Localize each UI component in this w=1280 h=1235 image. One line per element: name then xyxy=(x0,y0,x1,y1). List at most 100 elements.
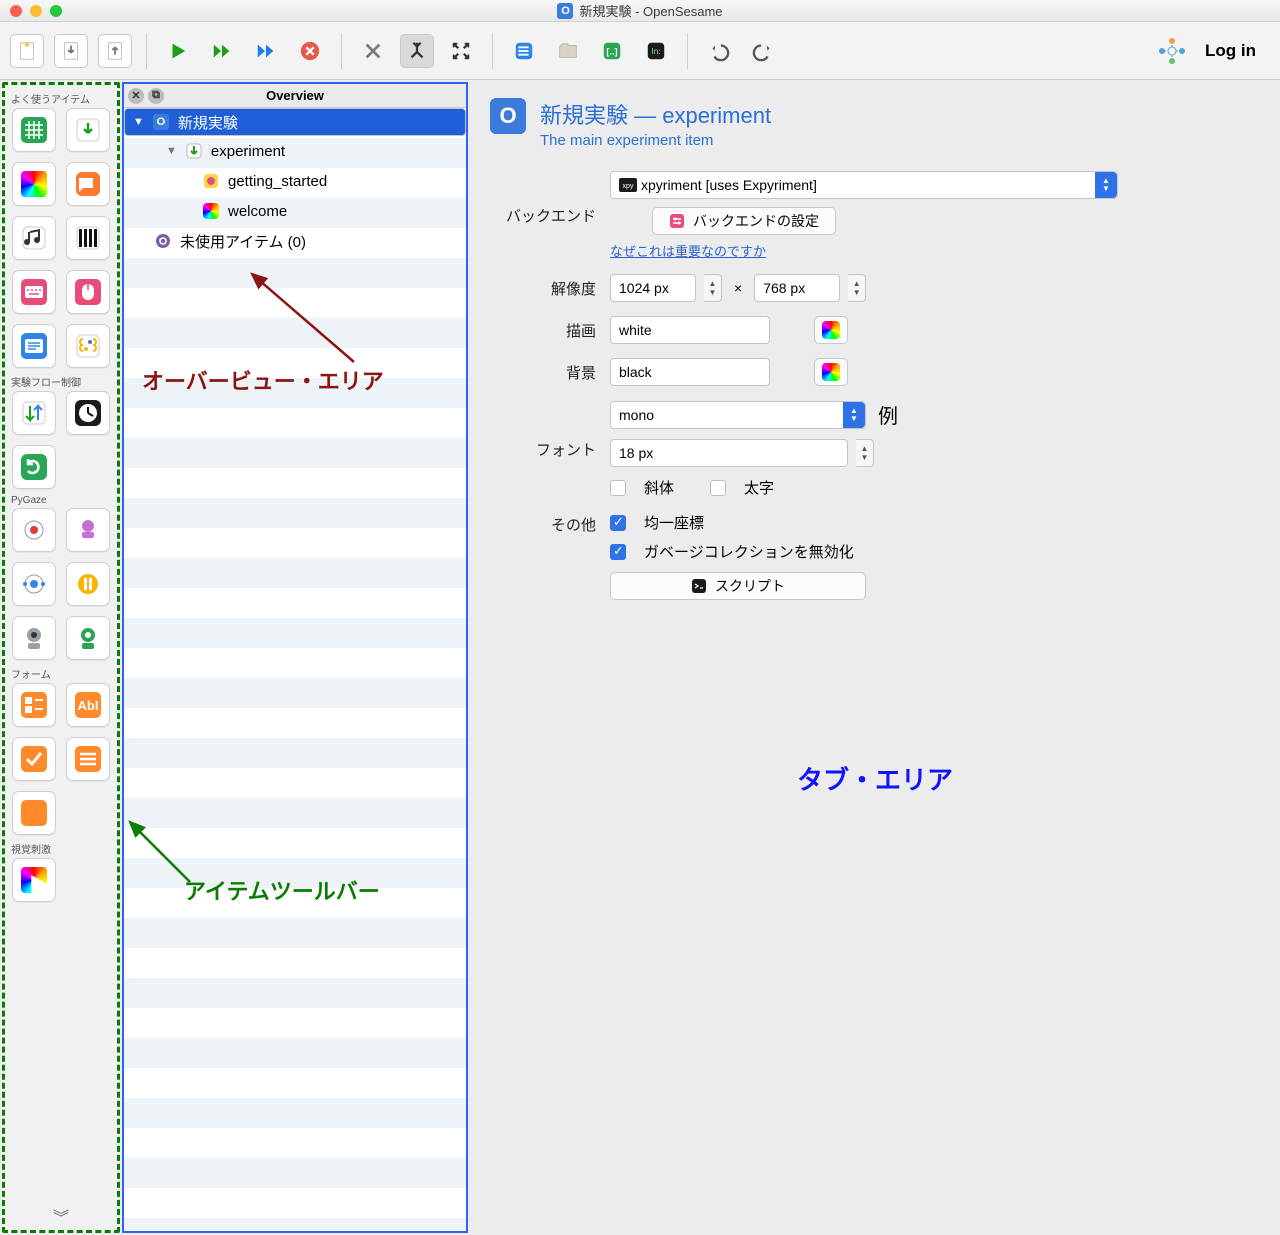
stop-button[interactable] xyxy=(293,34,327,68)
form-consent-icon[interactable] xyxy=(12,737,56,781)
tree-experiment-label: experiment xyxy=(211,143,285,160)
backend-settings-label: バックエンドの設定 xyxy=(693,211,819,231)
background-color-picker[interactable] xyxy=(814,358,848,386)
pygaze-drift-icon[interactable] xyxy=(66,508,110,552)
overview-tree[interactable]: ▼ O 新規実験 ▼ experiment getting_started we… xyxy=(124,108,466,1231)
login-button[interactable]: Log in xyxy=(1205,41,1256,61)
resolution-width-stepper[interactable]: ▲▼ xyxy=(704,274,722,302)
sketchpad-item-icon[interactable] xyxy=(12,162,56,206)
save-file-button[interactable] xyxy=(98,34,132,68)
editor-subtitle: The main experiment item xyxy=(540,132,771,149)
font-italic-label: 斜体 xyxy=(644,477,674,498)
console-button[interactable]: [..] xyxy=(595,34,629,68)
foreground-input[interactable] xyxy=(610,316,770,344)
run-quick-button[interactable] xyxy=(249,34,283,68)
open-file-button[interactable] xyxy=(54,34,88,68)
media-player-icon[interactable] xyxy=(12,858,56,902)
pygaze-stop-icon[interactable] xyxy=(66,616,110,660)
main-toolbar: [..] In: Log in xyxy=(0,22,1280,80)
file-pool-button[interactable] xyxy=(551,34,585,68)
form-text-icon[interactable]: AbI xyxy=(66,683,110,727)
resolution-label: 解像度 xyxy=(490,278,610,299)
expand-chevron-icon[interactable]: ︾ xyxy=(5,1204,117,1228)
overview-title: Overview xyxy=(266,88,324,103)
new-file-button[interactable] xyxy=(10,34,44,68)
resolution-height-stepper[interactable]: ▲▼ xyxy=(848,274,866,302)
fullscreen-button[interactable] xyxy=(444,34,478,68)
overview-titlebar: ✕ ⧉ Overview xyxy=(124,84,466,108)
inline-script-item-icon[interactable] xyxy=(66,324,110,368)
script-button-label: スクリプト xyxy=(715,576,785,596)
font-bold-label: 太字 xyxy=(744,477,774,498)
tree-welcome[interactable]: welcome xyxy=(124,196,466,226)
run-button[interactable] xyxy=(161,34,195,68)
backend-select[interactable]: xpy xpyriment [uses Expyriment] ▲▼ xyxy=(610,171,1118,199)
pygaze-start-icon[interactable] xyxy=(12,562,56,606)
font-example: 例 xyxy=(878,400,898,429)
delay-item-icon[interactable] xyxy=(66,391,110,435)
tab-area: O 新規実験 — experiment The main experiment … xyxy=(470,80,1280,1235)
category-visual: 視覚刺激 xyxy=(11,841,115,856)
tab-area-annotation: タブ・エリア xyxy=(470,760,1280,797)
foreground-color-picker[interactable] xyxy=(814,316,848,344)
tree-root[interactable]: ▼ O 新規実験 xyxy=(124,108,466,136)
resolution-width-input[interactable] xyxy=(610,274,696,302)
variables-button[interactable] xyxy=(507,34,541,68)
backend-why-link[interactable]: なぜこれは重要なのですか xyxy=(610,241,766,260)
font-size-stepper[interactable]: ▲▼ xyxy=(856,439,874,467)
panel-detach-icon[interactable]: ⧉ xyxy=(148,88,164,104)
font-bold-checkbox[interactable] xyxy=(710,480,726,496)
panel-close-icon[interactable]: ✕ xyxy=(128,88,144,104)
backend-label: バックエンド xyxy=(490,205,610,226)
merge-button[interactable] xyxy=(400,34,434,68)
category-form: フォーム xyxy=(11,666,115,681)
category-pygaze: PyGaze xyxy=(11,495,115,506)
tree-welcome-label: welcome xyxy=(228,203,287,220)
undo-button[interactable] xyxy=(702,34,736,68)
tree-trash[interactable]: 未使用アイテム (0) xyxy=(124,226,466,256)
synth-item-icon[interactable] xyxy=(66,216,110,260)
tree-experiment[interactable]: ▼ experiment xyxy=(124,136,466,166)
item-toolbar: よく使うアイテム 実験フロー制御 PyGaze xyxy=(2,82,120,1233)
run-fast-button[interactable] xyxy=(205,34,239,68)
backend-settings-button[interactable]: バックエンドの設定 xyxy=(652,207,836,235)
overview-panel: ✕ ⧉ Overview ▼ O 新規実験 ▼ experiment getti… xyxy=(122,82,468,1233)
mouse-item-icon[interactable] xyxy=(66,270,110,314)
misc-label: その他 xyxy=(490,512,610,535)
uniform-coord-checkbox[interactable] xyxy=(610,515,626,531)
font-size-input[interactable] xyxy=(610,439,848,467)
pygaze-log-icon[interactable] xyxy=(12,616,56,660)
redo-button[interactable] xyxy=(746,34,780,68)
terminal-button[interactable]: In: xyxy=(639,34,673,68)
font-label: フォント xyxy=(490,439,610,460)
font-italic-checkbox[interactable] xyxy=(610,480,626,496)
tree-getting-started-label: getting_started xyxy=(228,173,327,190)
backend-selected: xpyriment [uses Expyriment] xyxy=(641,177,817,193)
resolution-height-input[interactable] xyxy=(754,274,840,302)
foreground-label: 描画 xyxy=(490,320,610,341)
background-input[interactable] xyxy=(610,358,770,386)
sampler-item-icon[interactable] xyxy=(12,216,56,260)
svg-text:AbI: AbI xyxy=(78,698,99,713)
form-blank-icon[interactable] xyxy=(12,791,56,835)
pygaze-pause-icon[interactable] xyxy=(66,562,110,606)
tree-getting-started[interactable]: getting_started xyxy=(124,166,466,196)
network-icon[interactable] xyxy=(1155,34,1189,68)
feedback-item-icon[interactable] xyxy=(66,162,110,206)
gc-checkbox[interactable] xyxy=(610,544,626,560)
script-button[interactable]: スクリプト xyxy=(610,572,866,600)
form-multiple-icon[interactable] xyxy=(66,737,110,781)
repeat-item-icon[interactable] xyxy=(12,445,56,489)
logger-item-icon[interactable] xyxy=(12,324,56,368)
coroutines-item-icon[interactable] xyxy=(12,391,56,435)
close-tab-button[interactable] xyxy=(356,34,390,68)
window-titlebar: O 新規実験 - OpenSesame xyxy=(0,0,1280,22)
font-family-value: mono xyxy=(619,407,654,423)
gc-label: ガベージコレクションを無効化 xyxy=(644,541,854,562)
sequence-item-icon[interactable] xyxy=(66,108,110,152)
loop-item-icon[interactable] xyxy=(12,108,56,152)
keyboard-item-icon[interactable] xyxy=(12,270,56,314)
font-family-select[interactable]: mono ▲▼ xyxy=(610,401,866,429)
pygaze-init-icon[interactable] xyxy=(12,508,56,552)
form-base-icon[interactable] xyxy=(12,683,56,727)
